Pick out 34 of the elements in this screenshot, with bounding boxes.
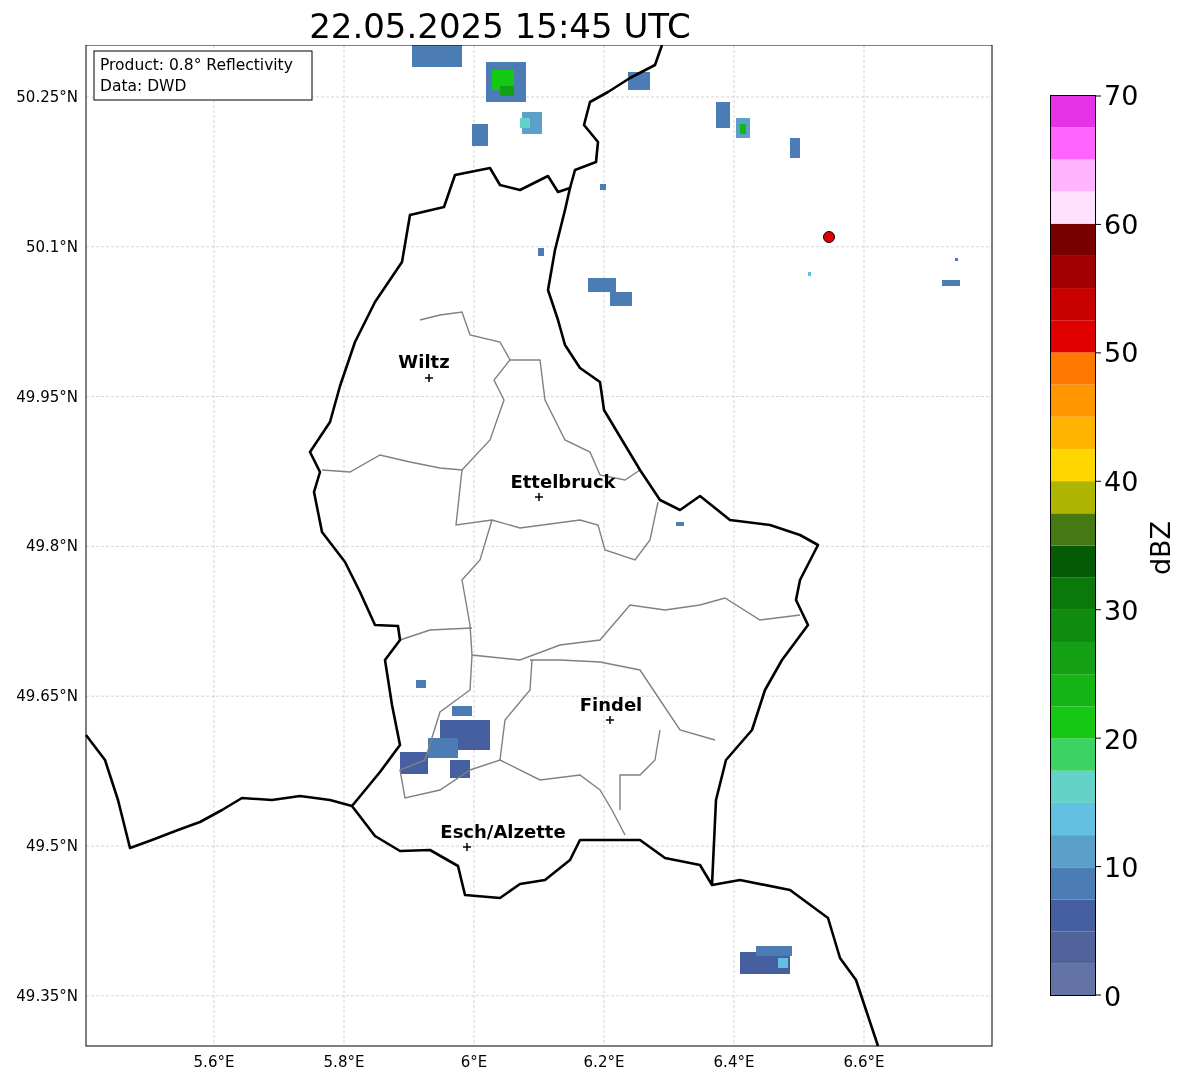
colorbar-tick-label: 40 <box>1104 466 1139 498</box>
city-label: Esch/Alzette <box>440 821 566 842</box>
longitude-label: 5.8°E <box>323 1053 365 1071</box>
latitude-label: 49.5°N <box>25 837 78 855</box>
longitude-label: 6.6°E <box>843 1053 885 1071</box>
colorbar-tick-label: 0 <box>1104 981 1122 1012</box>
city-label: Wiltz <box>398 351 450 372</box>
latitude-label: 50.1°N <box>25 237 78 256</box>
chart-title: 22.05.2025 15:45 UTC <box>309 8 691 43</box>
latitude-label: 49.65°N <box>16 687 78 706</box>
colorbar-tick-label: 10 <box>1104 852 1139 884</box>
colorbar-tick-label: 50 <box>1104 337 1139 369</box>
latitude-label: 49.95°N <box>16 387 78 406</box>
city-marker-icon <box>534 492 544 502</box>
latitude-label: 50.25°N <box>16 88 78 106</box>
longitude-label: 5.6°E <box>193 1053 235 1071</box>
colorbar-tick-label: 20 <box>1104 723 1139 755</box>
info-text: Data: DWD <box>100 77 187 95</box>
info-text: Product: 0.8° Reflectivity <box>100 56 293 74</box>
latitude-label: 49.8°N <box>25 537 78 556</box>
colorbar-tick-label: 70 <box>1104 80 1139 111</box>
colorbar-title: dBZ <box>1145 520 1176 576</box>
city-marker-icon <box>605 715 615 725</box>
colorbar-tick-label: 30 <box>1104 594 1139 626</box>
longitude-label: 6°E <box>460 1053 488 1071</box>
latitude-label: 49.35°N <box>16 986 78 1005</box>
colorbar-tick-label: 60 <box>1104 208 1139 240</box>
longitude-label: 6.4°E <box>713 1053 755 1071</box>
location-marker <box>823 231 835 243</box>
city-marker-icon <box>424 373 434 383</box>
longitude-label: 6.2°E <box>583 1053 625 1071</box>
city-marker-icon <box>462 842 472 852</box>
city-label: Ettelbruck <box>510 471 616 492</box>
city-label: Findel <box>579 694 643 715</box>
